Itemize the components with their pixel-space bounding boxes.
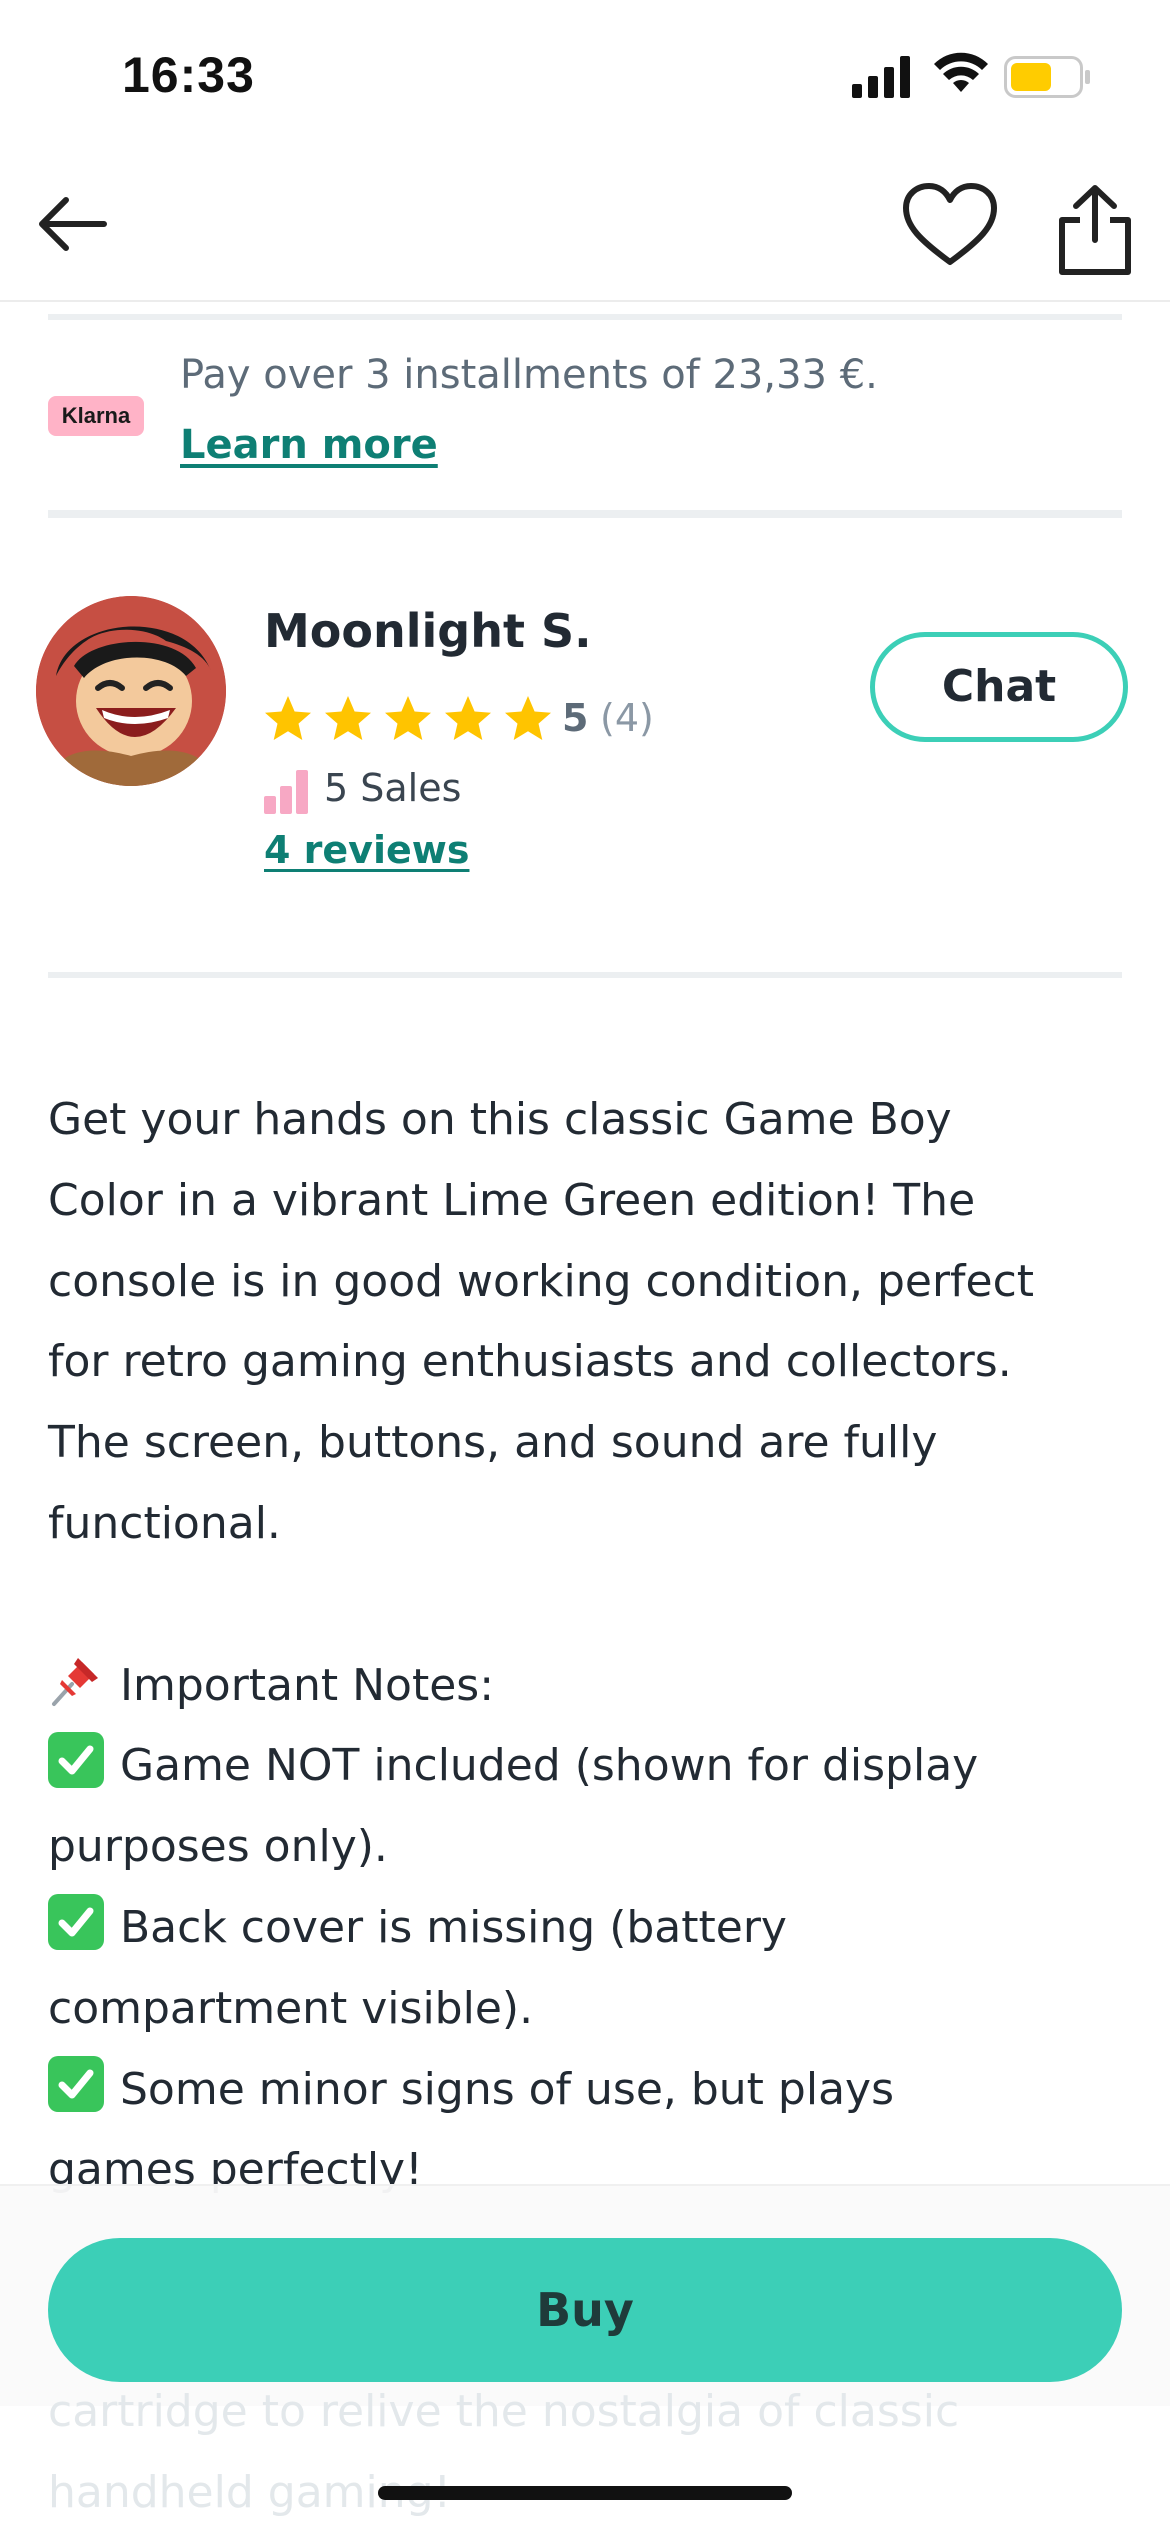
seller-name[interactable]: Moonlight S. [264, 604, 592, 658]
notes-heading: Important Notes: [48, 1646, 1128, 1727]
item-description: Get your hands on this classic Game Boy … [48, 1080, 1128, 2211]
divider [48, 510, 1122, 518]
seller-avatar[interactable] [36, 596, 226, 786]
description-line: functional. [48, 1497, 281, 1549]
klarna-installments-text: Pay over 3 installments of 23,33 €. [180, 352, 878, 398]
status-time: 16:33 [122, 47, 255, 103]
home-indicator[interactable] [378, 2486, 792, 2500]
learn-more-link[interactable]: Learn more [180, 422, 438, 468]
note-line: compartment visible). [48, 1982, 534, 2034]
star-icon [325, 696, 371, 740]
cellular-signal-icon [852, 56, 910, 98]
rating-count: (4) [600, 696, 654, 740]
divider [48, 972, 1122, 978]
star-icon [265, 696, 311, 740]
pushpin-icon [52, 1657, 98, 1706]
star-icon [505, 696, 551, 740]
sales-count: 5 Sales [324, 766, 462, 810]
description-line: Get your hands on this classic Game Boy [48, 1094, 952, 1145]
description-overflow: cartridge to relive the nostalgia of cla… [48, 2372, 959, 2534]
status-bar: 16:33 [0, 0, 1170, 150]
notes-heading-text: Important Notes: [120, 1659, 495, 1711]
back-arrow-icon[interactable] [32, 192, 112, 256]
star-icon [445, 696, 491, 740]
check-mark-icon [48, 1893, 104, 1950]
navigation-bar [0, 150, 1170, 302]
battery-icon [1004, 56, 1090, 98]
reviews-link[interactable]: 4 reviews [264, 828, 469, 872]
klarna-logo: Klarna [48, 396, 144, 436]
description-line: cartridge to relive the nostalgia of cla… [48, 2386, 960, 2437]
description-line: The screen, buttons, and sound are fully [48, 1417, 938, 1469]
avatar-image [36, 596, 226, 786]
note-text: Back cover is missing (battery [120, 1901, 787, 1953]
description-line: for retro gaming enthusiasts and collect… [48, 1336, 1012, 1388]
description-line: Color in a vibrant Lime Green edition! T… [48, 1174, 976, 1226]
share-icon[interactable] [1050, 180, 1140, 280]
rating-value: 5 [562, 696, 589, 740]
wifi-icon [934, 52, 988, 92]
description-line: console is in good working condition, pe… [48, 1255, 1035, 1307]
check-mark-icon [48, 2055, 104, 2112]
note-text: Some minor signs of use, but plays [120, 2063, 894, 2115]
note-line: Some minor signs of use, but plays [48, 2050, 1128, 2131]
heart-icon[interactable] [900, 180, 1000, 270]
chat-button[interactable]: Chat [870, 632, 1128, 742]
sales-chart-icon [264, 770, 308, 814]
note-line: Game NOT included (shown for display [48, 1726, 1128, 1807]
check-mark-icon [48, 1732, 104, 1789]
note-text: Game NOT included (shown for display [120, 1740, 979, 1792]
note-line: purposes only). [48, 1821, 388, 1873]
buy-button[interactable]: Buy [48, 2238, 1122, 2382]
rating-stars [262, 690, 562, 748]
star-icon [385, 696, 431, 740]
note-line: Back cover is missing (battery [48, 1888, 1128, 1969]
divider [48, 314, 1122, 320]
